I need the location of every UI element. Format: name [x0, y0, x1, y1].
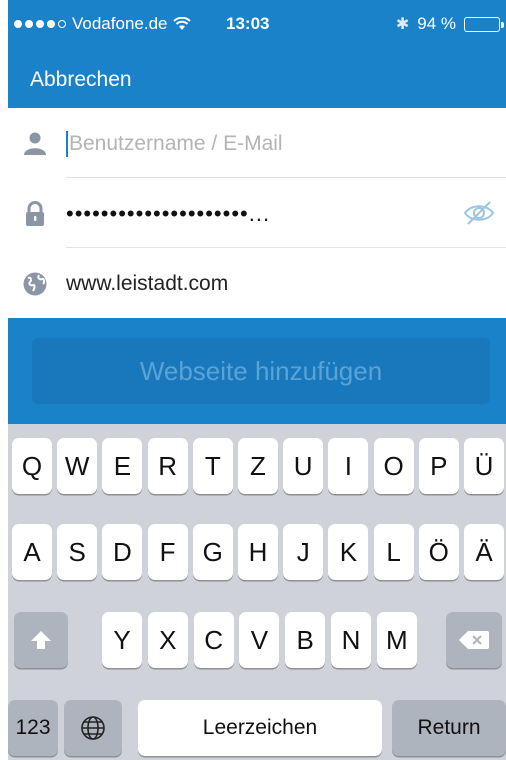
key-q[interactable]: Q — [12, 438, 52, 494]
hide-password-icon[interactable] — [462, 200, 496, 226]
key-y[interactable]: Y — [102, 612, 142, 668]
globe-icon — [23, 272, 47, 296]
key-g[interactable]: G — [192, 524, 233, 580]
language-key[interactable] — [64, 700, 122, 756]
key-n[interactable]: N — [331, 612, 371, 668]
battery-percent: 94 % — [417, 14, 456, 33]
battery-icon — [464, 16, 504, 32]
signal-strength-icon — [14, 20, 66, 28]
nav-bar: Abbrechen — [8, 50, 506, 108]
url-field[interactable]: www.leistadt.com — [66, 266, 436, 302]
shift-icon — [31, 631, 51, 649]
url-row: www.leistadt.com — [8, 248, 506, 318]
key-ü[interactable]: Ü — [464, 438, 504, 494]
password-row: •••••••••••••••••••••... — [8, 178, 506, 248]
key-h[interactable]: H — [238, 524, 278, 580]
key-l[interactable]: L — [373, 524, 414, 580]
key-e[interactable]: E — [102, 438, 143, 494]
key-t[interactable]: T — [192, 438, 233, 494]
add-website-area: Webseite hinzufügen — [8, 318, 506, 424]
key-i[interactable]: I — [328, 438, 369, 494]
lock-icon — [26, 201, 44, 226]
backspace-key[interactable] — [446, 612, 502, 668]
key-w[interactable]: W — [57, 438, 98, 494]
password-field[interactable]: •••••••••••••••••••••... — [66, 196, 436, 232]
key-m[interactable]: M — [376, 612, 417, 668]
numbers-key[interactable]: 123 — [8, 700, 58, 756]
globe-icon — [81, 716, 105, 740]
carrier-name: Vodafone.de — [72, 14, 168, 33]
return-key[interactable]: Return — [392, 700, 506, 756]
key-b[interactable]: B — [285, 612, 326, 668]
login-form: Benutzername / E-Mail ••••••••••••••••••… — [8, 108, 506, 318]
text-cursor — [66, 131, 68, 158]
status-left: Vodafone.de — [14, 14, 192, 34]
user-icon — [24, 132, 46, 155]
key-ö[interactable]: Ö — [418, 524, 459, 580]
status-time: 13:03 — [226, 14, 270, 33]
key-p[interactable]: P — [418, 438, 459, 494]
status-bar: Vodafone.de 13:03 ✱ 94 % — [8, 0, 506, 50]
key-z[interactable]: Z — [238, 438, 278, 494]
space-key[interactable]: Leerzeichen — [138, 700, 382, 756]
key-d[interactable]: D — [102, 524, 143, 580]
add-website-button[interactable]: Webseite hinzufügen — [32, 338, 490, 404]
bluetooth-icon: ✱ — [395, 16, 410, 33]
shift-key[interactable] — [14, 612, 68, 668]
key-r[interactable]: R — [147, 438, 188, 494]
wifi-icon — [173, 17, 192, 30]
screen: Vodafone.de 13:03 ✱ 94 % Abbrechen Benut… — [8, 0, 506, 760]
key-k[interactable]: K — [328, 524, 369, 580]
username-field[interactable]: Benutzername / E-Mail — [66, 126, 436, 162]
key-s[interactable]: S — [57, 524, 98, 580]
key-c[interactable]: C — [193, 612, 234, 668]
key-a[interactable]: A — [12, 524, 52, 580]
key-ä[interactable]: Ä — [464, 524, 504, 580]
username-placeholder: Benutzername / E-Mail — [69, 132, 283, 155]
key-u[interactable]: U — [283, 438, 324, 494]
keyboard: 123 Leerzeichen Return QWERTZUIOPÜ ASDFGH… — [8, 424, 506, 760]
cancel-button[interactable]: Abbrechen — [30, 68, 132, 92]
key-j[interactable]: J — [283, 524, 324, 580]
key-x[interactable]: X — [147, 612, 188, 668]
status-right: ✱ 94 % — [395, 14, 504, 34]
key-f[interactable]: F — [147, 524, 188, 580]
username-row: Benutzername / E-Mail — [8, 108, 506, 178]
key-v[interactable]: V — [239, 612, 280, 668]
backspace-icon — [459, 631, 489, 649]
key-o[interactable]: O — [373, 438, 414, 494]
